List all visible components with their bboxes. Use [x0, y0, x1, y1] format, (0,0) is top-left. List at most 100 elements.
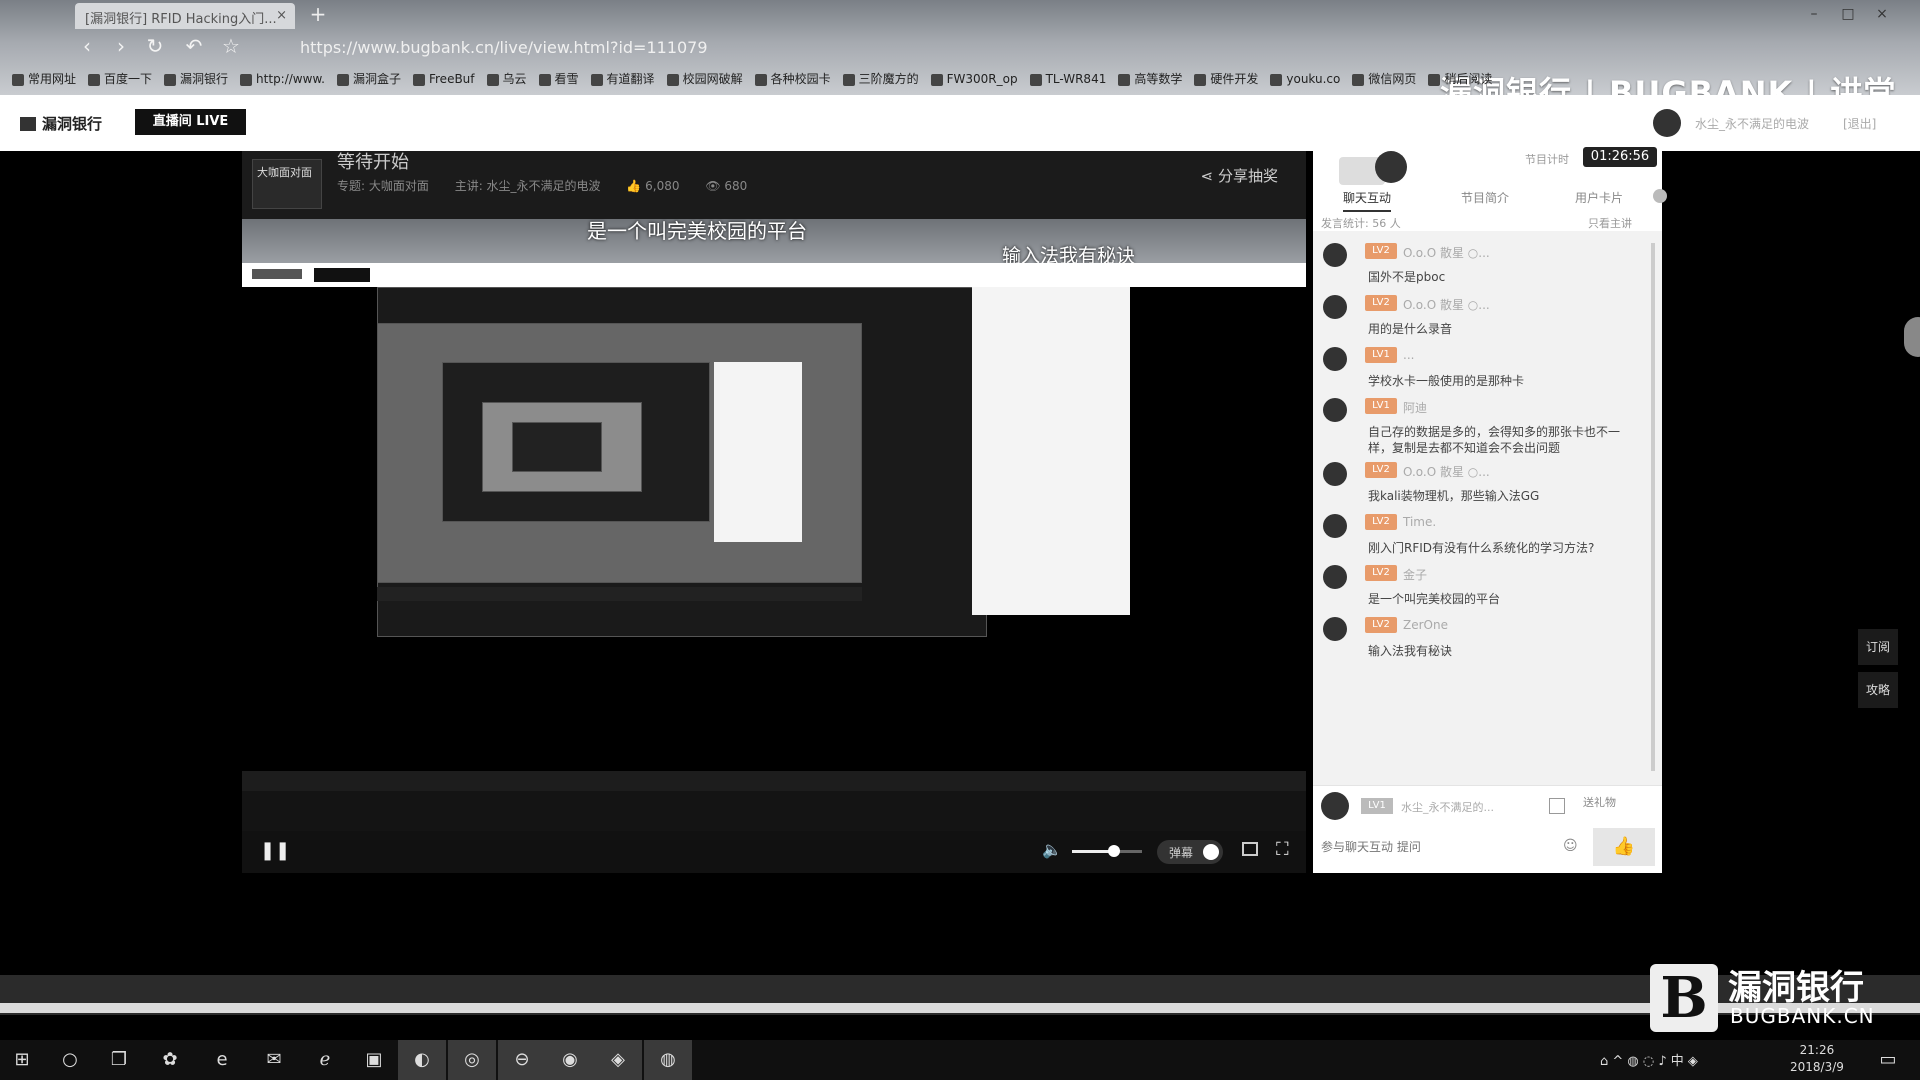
- taskbar-app-icon[interactable]: ▣: [362, 1048, 386, 1072]
- taskbar-app-icon[interactable]: ◈: [594, 1040, 642, 1080]
- bookmark-item[interactable]: 微信网页: [1352, 66, 1416, 92]
- bookmark-item[interactable]: youku.co: [1270, 66, 1340, 92]
- share-button[interactable]: ⋖ 分享抽奖: [1201, 165, 1278, 186]
- send-button[interactable]: 👍: [1593, 828, 1655, 866]
- maximize-icon[interactable]: □: [1840, 6, 1856, 22]
- avatar[interactable]: [1323, 514, 1347, 538]
- close-window-icon[interactable]: ×: [1874, 6, 1890, 22]
- avatar[interactable]: [1323, 565, 1347, 589]
- bookmark-item[interactable]: TL-WR841: [1029, 66, 1106, 92]
- bookmark-item[interactable]: 三阶魔方的: [842, 66, 919, 92]
- taskbar-app-icon[interactable]: ✿: [158, 1048, 182, 1072]
- user-name[interactable]: 水尘_永不满足的电波: [1695, 115, 1809, 132]
- bookmark-item[interactable]: 稍后阅读: [1428, 66, 1492, 92]
- volume-slider[interactable]: [1072, 845, 1142, 857]
- taskbar-app-icon[interactable]: ⊖: [498, 1040, 546, 1080]
- taskbar-app-icon[interactable]: ○: [58, 1048, 82, 1072]
- taskbar-app-icon[interactable]: ◐: [398, 1040, 446, 1080]
- bookmark-item[interactable]: 常用网址: [12, 66, 76, 92]
- fullscreen-icon[interactable]: ⛶: [1276, 839, 1289, 860]
- taskbar-app-icon[interactable]: ◎: [448, 1040, 496, 1080]
- taskbar-app-icon[interactable]: ❐: [107, 1048, 131, 1072]
- taskbar-app-icon[interactable]: ⊞: [10, 1048, 34, 1072]
- guide-button[interactable]: 攻略: [1858, 672, 1898, 708]
- minimize-icon[interactable]: –: [1806, 6, 1822, 22]
- taskbar-app-icon[interactable]: ◉: [546, 1040, 594, 1080]
- avatar[interactable]: [1323, 617, 1347, 641]
- nickname[interactable]: O.o.O 散星 ○...: [1403, 296, 1490, 313]
- taskbar-app-icon[interactable]: ℯ: [313, 1048, 337, 1072]
- logout-link[interactable]: [退出]: [1843, 115, 1876, 132]
- nickname[interactable]: ZerOne: [1403, 618, 1448, 632]
- undo-icon[interactable]: ↶: [183, 36, 205, 58]
- bookmark-item[interactable]: 有道翻译: [590, 66, 655, 92]
- system-tray[interactable]: ⌂ ^ ◍ ◌ ♪ 中 ◈: [1600, 1050, 1698, 1069]
- tab-close-icon[interactable]: ×: [276, 8, 287, 23]
- forward-icon[interactable]: ›: [110, 36, 132, 58]
- browser-tab[interactable]: [漏洞银行] RFID Hacking入门... ×: [75, 3, 295, 29]
- usercard-toggle[interactable]: [1653, 189, 1667, 203]
- nickname[interactable]: 阿迪: [1403, 399, 1427, 416]
- live-room-button[interactable]: 直播间 LIVE: [135, 109, 246, 135]
- nickname[interactable]: O.o.O 散星 ○...: [1403, 463, 1490, 480]
- watermark-en: BUGBANK.CN: [1730, 1004, 1875, 1028]
- bookmark-item[interactable]: FreeBuf: [412, 66, 475, 92]
- back-icon[interactable]: ‹: [76, 36, 98, 58]
- notification-icon[interactable]: ▭: [1876, 1048, 1900, 1072]
- bookmark-favicon-icon: [88, 73, 101, 86]
- nickname[interactable]: ...: [1403, 348, 1414, 362]
- bookmark-item[interactable]: 漏洞银行: [164, 66, 228, 92]
- avatar[interactable]: [1323, 462, 1347, 486]
- bookmark-favicon-icon: [12, 73, 24, 86]
- bookmark-item[interactable]: http://www.: [240, 66, 325, 92]
- avatar[interactable]: [1323, 347, 1347, 371]
- bookmark-item[interactable]: 各种校园卡: [754, 66, 831, 92]
- chat-input[interactable]: [1321, 830, 1581, 864]
- bookmark-item[interactable]: 高等数学: [1118, 66, 1182, 92]
- bookmark-item[interactable]: 乌云: [486, 66, 527, 92]
- chat-scrollbar[interactable]: [1651, 243, 1655, 771]
- subscribe-button[interactable]: 订阅: [1858, 629, 1898, 665]
- reload-icon[interactable]: ↻: [144, 36, 166, 58]
- site-logo[interactable]: 漏洞银行: [20, 113, 102, 134]
- bookmark-item[interactable]: 漏洞盒子: [336, 66, 401, 92]
- side-handle[interactable]: [1904, 317, 1920, 357]
- volume-icon[interactable]: 🔈: [1042, 840, 1062, 859]
- face-icon[interactable]: ☺: [1563, 838, 1578, 854]
- emoji-panel-icon[interactable]: [1549, 798, 1565, 814]
- avatar[interactable]: [1653, 109, 1681, 137]
- bookmark-item[interactable]: 看雪: [538, 66, 579, 92]
- bookmark-item[interactable]: 硬件开发: [1194, 66, 1258, 92]
- taskbar-app-icon[interactable]: ◍: [644, 1040, 692, 1080]
- wide-mode-icon[interactable]: [1242, 842, 1258, 856]
- bookmark-favicon-icon: [412, 73, 425, 86]
- bookmark-item[interactable]: FW300R_op: [930, 66, 1018, 92]
- bookmark-favicon-icon: [590, 73, 603, 86]
- star-icon[interactable]: ☆: [220, 36, 242, 58]
- tab-chat[interactable]: 聊天互动: [1343, 189, 1392, 212]
- nickname[interactable]: Time.: [1403, 515, 1436, 529]
- tab-usercard[interactable]: 用户卡片: [1575, 189, 1623, 206]
- nickname[interactable]: 金子: [1403, 566, 1427, 583]
- gift-button[interactable]: 送礼物: [1583, 794, 1616, 810]
- avatar[interactable]: [1323, 398, 1347, 422]
- taskbar-app-icon[interactable]: e: [210, 1048, 234, 1072]
- only-host-checkbox[interactable]: 只看主讲: [1588, 215, 1632, 231]
- video-frame[interactable]: 是一个叫完美校园的平台 输入法我有秘诀: [242, 219, 1306, 791]
- nickname[interactable]: O.o.O 散星 ○...: [1403, 244, 1490, 261]
- avatar[interactable]: [1323, 243, 1347, 267]
- danmaku-toggle[interactable]: 弹幕: [1157, 840, 1223, 864]
- bookmark-label: youku.co: [1286, 72, 1341, 86]
- bookmark-item[interactable]: 百度一下: [88, 66, 152, 92]
- system-clock[interactable]: 21:26 2018/3/9: [1790, 1042, 1844, 1076]
- taskbar-app-icon[interactable]: ✉: [262, 1048, 286, 1072]
- bookmark-favicon-icon: [336, 73, 349, 86]
- avatar[interactable]: [1323, 295, 1347, 319]
- address-bar[interactable]: https://www.bugbank.cn/live/view.html?id…: [300, 37, 820, 59]
- volume-knob[interactable]: [1108, 845, 1120, 857]
- bookmark-label: 稍后阅读: [1444, 72, 1493, 86]
- pause-button[interactable]: ❚❚: [260, 840, 290, 861]
- new-tab-button[interactable]: +: [305, 3, 331, 27]
- tab-intro[interactable]: 节目简介: [1461, 189, 1509, 206]
- bookmark-item[interactable]: 校园网破解: [666, 66, 743, 92]
